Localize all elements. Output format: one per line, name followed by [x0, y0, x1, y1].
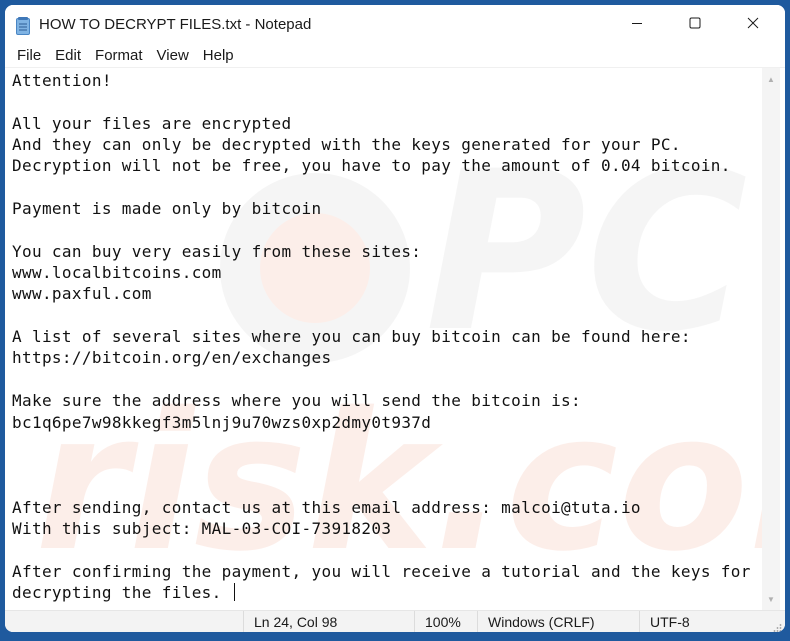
resize-grip-icon[interactable] [772, 620, 782, 632]
vertical-scrollbar[interactable]: ▲ ▼ [762, 68, 780, 610]
zoom-level: 100% [414, 611, 475, 632]
scroll-down-arrow-icon[interactable]: ▼ [766, 594, 776, 604]
menu-view[interactable]: View [150, 45, 196, 67]
text-line: decrypting the files. [12, 583, 232, 603]
document-text[interactable]: Attention! All your files are encrypted … [12, 70, 751, 604]
text-line: Attention! [12, 71, 112, 90]
encoding: UTF-8 [639, 611, 750, 632]
close-icon [747, 16, 759, 34]
maximize-button[interactable] [666, 5, 724, 45]
line-endings: Windows (CRLF) [477, 611, 638, 632]
text-line: After sending, contact us at this email … [12, 497, 641, 517]
text-line: https://bitcoin.org/en/exchanges [12, 348, 332, 368]
text-editor[interactable]: PC risk.com Attention! All your files ar… [5, 68, 762, 610]
menu-format[interactable]: Format [88, 45, 150, 67]
menu-help[interactable]: Help [196, 45, 241, 67]
text-line: A list of several sites where you can bu… [12, 327, 691, 347]
menu-edit[interactable]: Edit [48, 45, 88, 67]
bitcoin-address: bc1q6pe7w98kkegf3m5lnj9u70wzs0xp2dmy0t93… [12, 412, 432, 432]
notepad-icon [16, 17, 30, 35]
minimize-icon [631, 16, 643, 34]
text-line: You can buy very easily from these sites… [12, 241, 422, 261]
text-line: www.paxful.com [12, 284, 152, 304]
title-bar[interactable]: HOW TO DECRYPT FILES.txt - Notepad [5, 5, 785, 45]
text-line: Make sure the address where you will sen… [12, 391, 582, 411]
text-line: And they can only be decrypted with the … [12, 135, 681, 155]
text-line: Payment is made only by bitcoin [12, 199, 322, 219]
text-caret [233, 583, 235, 602]
text-line: After confirming the payment, you will r… [12, 561, 751, 581]
notepad-window: HOW TO DECRYPT FILES.txt - Notepad File … [5, 5, 785, 632]
menu-file[interactable]: File [10, 45, 48, 67]
text-line: With this subject: MAL-03-COI-73918203 [12, 519, 392, 539]
text-line: All your files are encrypted [12, 113, 292, 133]
maximize-icon [689, 16, 701, 34]
menu-bar: File Edit Format View Help [5, 45, 785, 68]
scroll-up-arrow-icon[interactable]: ▲ [766, 74, 776, 84]
text-line: Decryption will not be free, you have to… [12, 156, 731, 176]
status-bar: Ln 24, Col 98 100% Windows (CRLF) UTF-8 [5, 610, 785, 632]
minimize-button[interactable] [608, 5, 666, 45]
close-button[interactable] [724, 5, 782, 45]
text-line: www.localbitcoins.com [12, 263, 222, 283]
window-title: HOW TO DECRYPT FILES.txt - Notepad [39, 16, 312, 33]
cursor-position: Ln 24, Col 98 [243, 611, 414, 632]
